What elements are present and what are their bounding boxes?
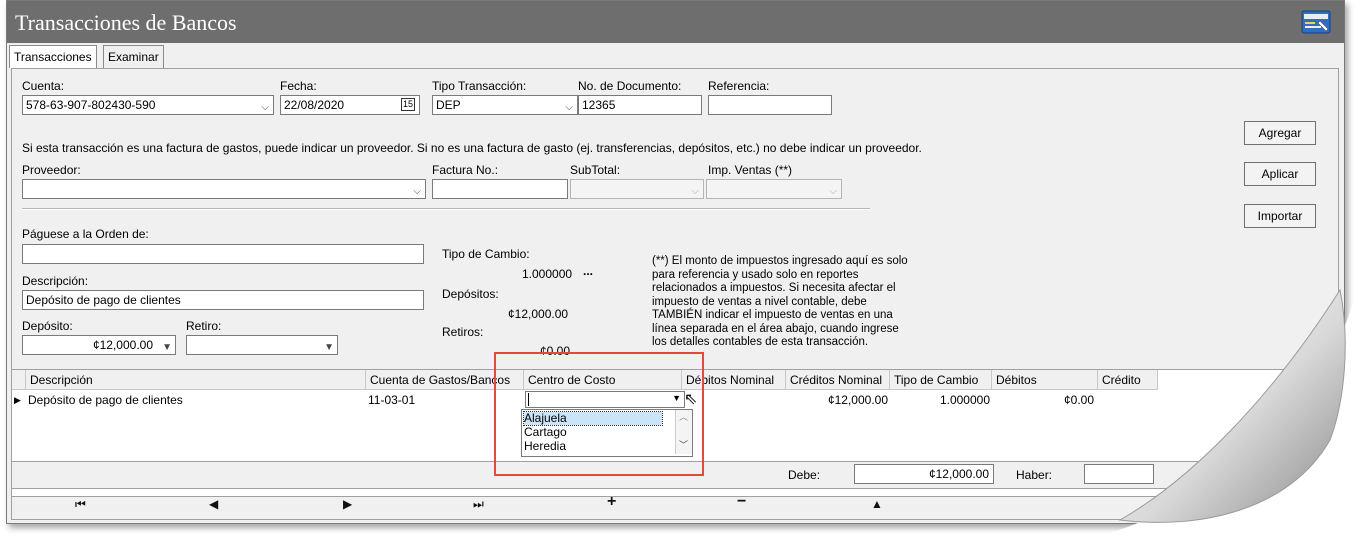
- last-record-icon[interactable]: ⏭: [473, 497, 484, 512]
- edit-record-icon[interactable]: ▲: [871, 497, 883, 511]
- tipo-cambio-more-button[interactable]: ...: [583, 264, 593, 278]
- descripcion-input[interactable]: Depósito de pago de clientes: [22, 290, 424, 310]
- debe-value: ¢12,000.00: [928, 467, 989, 481]
- chevron-down-icon: ⌵: [565, 102, 573, 113]
- tax-note-line: impuesto de ventas a nivel contable, deb…: [652, 295, 867, 308]
- descripcion-value: Depósito de pago de clientes: [26, 293, 181, 307]
- proveedor-label: Proveedor:: [22, 163, 81, 177]
- info-text: Si esta transacción es una factura de ga…: [22, 141, 922, 155]
- fecha-input[interactable]: 22/08/2020 15: [280, 95, 420, 115]
- subtotal-select[interactable]: ⌵: [570, 179, 704, 199]
- highlight-box: [494, 352, 704, 476]
- factura-input[interactable]: [432, 179, 568, 199]
- window-title: Transacciones de Bancos: [15, 10, 237, 35]
- tipo-label: Tipo Transacción:: [432, 79, 527, 93]
- proveedor-select[interactable]: ⌵: [22, 179, 426, 199]
- documento-label: No. de Documento:: [578, 79, 682, 93]
- documento-input[interactable]: 12365: [578, 95, 702, 115]
- documento-value: 12365: [582, 98, 616, 112]
- tax-note-line: TAMBIÉN indicar el impuesto de ventas en…: [652, 309, 893, 321]
- prior-record-icon[interactable]: ◀: [209, 497, 218, 511]
- factura-label: Factura No.:: [432, 163, 499, 177]
- fecha-value: 22/08/2020: [284, 98, 345, 112]
- cell-tipo-cambio[interactable]: 1.000000: [892, 391, 990, 409]
- depositos-label: Depósitos:: [442, 287, 499, 301]
- chevron-down-icon: ⌵: [691, 186, 699, 197]
- deposito-label: Depósito:: [22, 319, 73, 333]
- insert-record-icon[interactable]: +: [607, 493, 616, 511]
- tipo-select[interactable]: DEP ⌵: [432, 95, 578, 115]
- aplicar-button[interactable]: Aplicar: [1244, 162, 1316, 186]
- tax-note-line: para referencia y usado solo en reportes: [652, 268, 859, 281]
- referencia-label: Referencia:: [708, 79, 770, 93]
- next-record-icon[interactable]: ▶: [343, 497, 352, 511]
- column-header-descripcion[interactable]: Descripción: [26, 370, 366, 390]
- retiros-label: Retiros:: [442, 325, 484, 339]
- tab-transacciones[interactable]: Transacciones: [9, 45, 97, 68]
- cell-cuenta[interactable]: 11-03-01: [368, 391, 415, 409]
- first-record-icon[interactable]: ⏮: [75, 497, 86, 512]
- subtotal-label: SubTotal:: [570, 163, 621, 177]
- importar-button[interactable]: Importar: [1244, 204, 1316, 228]
- chevron-down-icon: ⌵: [413, 186, 421, 197]
- row-pointer-icon: ▶: [14, 395, 21, 405]
- delete-record-icon[interactable]: −: [737, 493, 746, 511]
- tipo-cambio-label: Tipo de Cambio:: [442, 247, 530, 261]
- tax-note: (**) El monto de impuestos ingresado aqu…: [652, 255, 908, 350]
- retiro-label: Retiro:: [186, 319, 222, 333]
- impuesto-select[interactable]: ⌵: [706, 179, 842, 199]
- tipo-value: DEP: [436, 98, 461, 112]
- chevron-down-icon: ⌵: [829, 186, 837, 197]
- depositos-value: ¢12,000.00: [508, 307, 569, 321]
- page-curl-decoration: [1100, 280, 1361, 536]
- deposito-value: ¢12,000.00: [92, 338, 153, 352]
- cuenta-value: 578-63-907-802430-590: [26, 98, 156, 112]
- calendar-icon[interactable]: 15: [400, 98, 415, 111]
- tab-examinar-tabla[interactable]: Examinar tabla: [103, 45, 164, 86]
- debe-value-box: ¢12,000.00: [854, 464, 994, 484]
- bank-card-icon: [1301, 10, 1331, 34]
- agregar-button[interactable]: Agregar: [1244, 121, 1316, 145]
- debe-label: Debe:: [788, 468, 821, 482]
- chevron-down-icon: ⌵: [261, 102, 269, 113]
- cell-descripcion[interactable]: Depósito de pago de clientes: [28, 391, 183, 409]
- payee-label: Páguese a la Orden de:: [22, 227, 149, 241]
- descripcion-label: Descripción:: [22, 274, 89, 288]
- payee-input[interactable]: [22, 244, 424, 264]
- referencia-input[interactable]: [708, 95, 832, 115]
- column-header-tipo-cambio[interactable]: Tipo de Cambio: [890, 370, 992, 390]
- tipo-cambio-value: 1.000000: [522, 267, 573, 281]
- deposito-select[interactable]: ¢12,000.00 ▼: [22, 335, 176, 355]
- separator: [22, 208, 870, 210]
- retiro-select[interactable]: ▼: [186, 335, 338, 355]
- title-bar: Transacciones de Bancos: [7, 1, 1344, 43]
- column-header-creditos-nominal[interactable]: Créditos Nominal: [786, 370, 890, 390]
- cuenta-select[interactable]: 578-63-907-802430-590 ⌵: [22, 95, 274, 115]
- chevron-down-icon: ▼: [162, 342, 172, 353]
- fecha-label: Fecha:: [280, 79, 317, 93]
- chevron-down-icon: ▼: [324, 342, 334, 353]
- cell-creditos-nominal[interactable]: ¢12,000.00: [792, 391, 888, 409]
- tax-note-line: los detalles contables de esta transacci…: [652, 336, 869, 348]
- tax-note-line: línea separada en el área abajo, cuando …: [652, 322, 899, 335]
- grid-corner: [12, 370, 26, 390]
- impuesto-label: Imp. Ventas (**): [708, 163, 793, 177]
- cuenta-label: Cuenta:: [22, 79, 65, 93]
- tax-note-line: (**) El monto de impuestos ingresado aqu…: [652, 255, 908, 267]
- tax-note-line: relacionados a impuestos. Si necesita af…: [652, 282, 896, 294]
